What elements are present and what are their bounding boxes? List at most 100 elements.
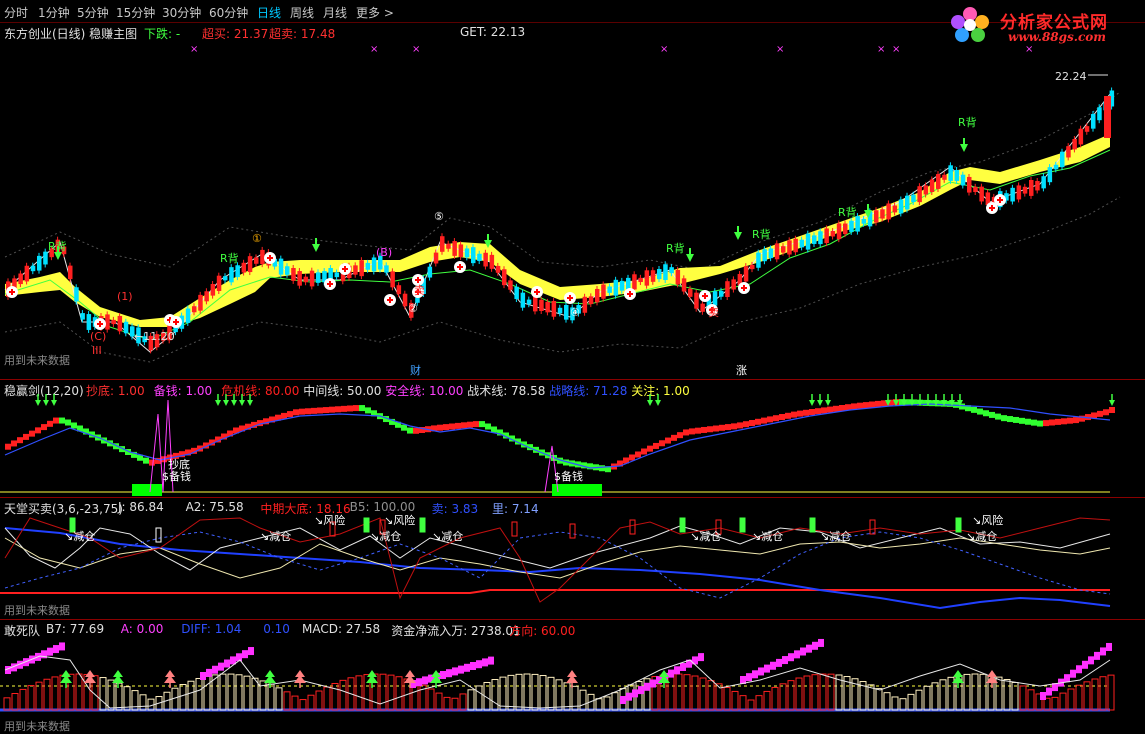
- candle-body: [359, 260, 364, 277]
- tactical-step: [827, 406, 833, 413]
- sell-arrow-icon: [734, 232, 742, 240]
- candle-body: [1091, 114, 1096, 129]
- tab-fenshi[interactable]: 分时: [4, 4, 28, 21]
- candle-body: [557, 307, 563, 314]
- candle-body: [688, 288, 693, 297]
- reduce-position-label: ↘减仓: [752, 529, 783, 543]
- tab-more[interactable]: 更多 >: [356, 4, 394, 21]
- direction-step: [698, 653, 704, 662]
- money-flow-bar: [819, 673, 827, 711]
- money-flow-bar: [475, 685, 483, 711]
- indicator-tiantang[interactable]: 天堂买卖(3,6,-23,75) J: 86.84 A2: 75.58 中期大底: …: [0, 497, 1145, 619]
- tactical-step: [473, 421, 479, 428]
- money-flow-bar: [691, 675, 699, 711]
- candle-body: [254, 257, 259, 264]
- money-flow-bar: [931, 682, 939, 711]
- top-x-mark: ×: [190, 44, 198, 55]
- candle-body: [601, 284, 606, 299]
- direction-step: [782, 656, 788, 665]
- tab-daily[interactable]: 日线: [257, 4, 281, 21]
- direction-step: [47, 647, 53, 656]
- tactical-step: [281, 412, 287, 419]
- attention-arrow-icon: [817, 400, 823, 406]
- direction-step: [638, 686, 644, 695]
- indicator-gansidui[interactable]: 敢死队 B7: 77.69 A: 0.00 DIFF: 1.04 0.10 MACD: …: [0, 619, 1145, 734]
- money-flow-bar: [899, 698, 907, 711]
- tab-15min[interactable]: 15分钟: [116, 4, 155, 21]
- direction-step: [746, 673, 752, 682]
- tactical-step: [335, 406, 341, 413]
- tactical-step: [641, 448, 647, 455]
- candle-body: [657, 269, 662, 280]
- tactical-step: [23, 433, 29, 440]
- signal-bar: [739, 517, 746, 533]
- tactical-step: [443, 424, 449, 431]
- attention-arrow-icon: [247, 400, 253, 406]
- tab-1min[interactable]: 1分钟: [38, 4, 70, 21]
- direction-step: [788, 653, 794, 662]
- money-flow-bar: [675, 673, 683, 711]
- candle-body: [979, 186, 984, 202]
- candle-body: [607, 286, 612, 293]
- tab-5min[interactable]: 5分钟: [77, 4, 109, 21]
- candle-body: [440, 236, 445, 252]
- candle-body: [1066, 146, 1071, 158]
- attention-arrow-icon: [215, 400, 221, 406]
- tactical-step: [701, 426, 707, 433]
- money-flow-bar: [611, 692, 619, 711]
- tactical-step: [821, 407, 827, 414]
- candle-body: [297, 271, 302, 286]
- sell-label: 卖: [708, 306, 719, 319]
- money-flow-bar: [563, 682, 571, 711]
- candle-body: [427, 266, 433, 278]
- direction-step: [794, 650, 800, 659]
- tactical-step: [1037, 420, 1043, 427]
- candle-body: [526, 299, 532, 305]
- money-flow-bar: [331, 682, 339, 711]
- money-flow-bar: [467, 689, 475, 711]
- money-flow-bar: [395, 676, 403, 711]
- tactical-step: [11, 440, 17, 447]
- candle-body: [185, 308, 191, 323]
- tactical-step: [437, 424, 443, 431]
- candle-body: [291, 267, 296, 281]
- direction-step: [674, 666, 680, 675]
- candle-body: [464, 248, 470, 258]
- money-flow-bar: [459, 693, 467, 711]
- candle-body: [812, 235, 817, 244]
- signal-bar: [511, 521, 518, 537]
- tactical-step: [359, 405, 365, 412]
- wave-label: ④: [570, 306, 580, 319]
- tactical-step: [299, 408, 305, 415]
- candle-body: [365, 262, 371, 270]
- main-price-chart[interactable]: 东方创业(日线) 稳赚主图 下跌: - 超买: 21.37 超卖: 17.48 …: [0, 22, 1145, 378]
- tactical-step: [1103, 409, 1109, 416]
- direction-step: [1046, 687, 1052, 696]
- tab-weekly[interactable]: 周线: [290, 4, 314, 21]
- direction-step: [1076, 665, 1082, 674]
- tab-monthly[interactable]: 月线: [323, 4, 347, 21]
- candle-body: [471, 247, 476, 264]
- money-flow-bar: [707, 680, 715, 711]
- indicator-wenyingjian[interactable]: 稳赢剑(12,20) 抄底: 1.00 备钱: 1.00 危机线: 80.00 中间线…: [0, 379, 1145, 497]
- tab-60min[interactable]: 60分钟: [209, 4, 248, 21]
- direction-step: [53, 645, 59, 654]
- tab-30min[interactable]: 30分钟: [162, 4, 201, 21]
- money-flow-bar: [1091, 678, 1099, 711]
- candle-body: [483, 252, 488, 267]
- direction-step: [770, 661, 776, 670]
- money-flow-bar: [595, 698, 603, 711]
- candle-body: [663, 264, 668, 281]
- candle-body: [849, 220, 854, 232]
- candle-body: [278, 258, 284, 275]
- money-flow-bar: [531, 673, 539, 711]
- high-price-label: 22.24: [1055, 70, 1087, 83]
- buy-zone-bar: [552, 484, 602, 496]
- candle-body: [768, 248, 774, 259]
- candle-body: [948, 165, 953, 181]
- wave-label: ①: [252, 232, 262, 245]
- tactical-step: [977, 408, 983, 415]
- direction-step: [812, 641, 818, 650]
- indicator3-svg: [0, 638, 1115, 712]
- reserve-money-label: $备钱: [162, 470, 191, 483]
